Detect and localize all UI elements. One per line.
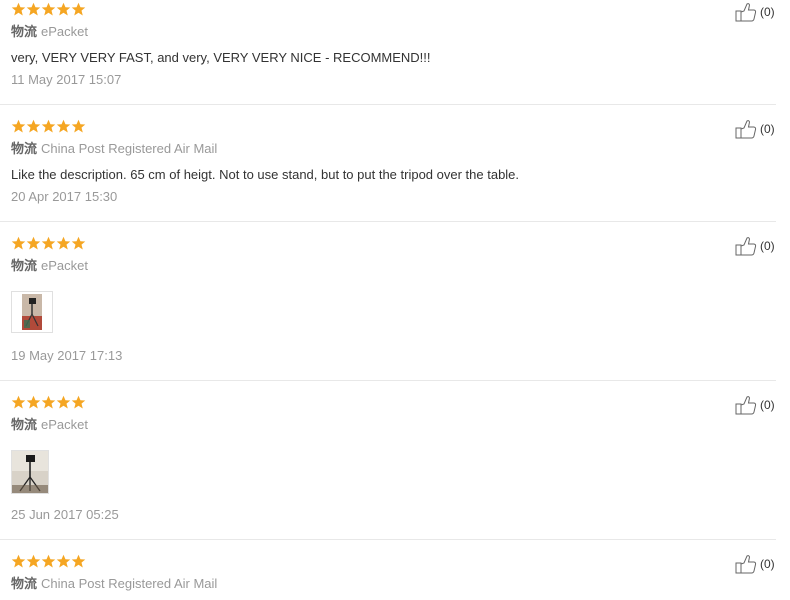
star-icon bbox=[11, 395, 26, 409]
review-photo-thumbnail[interactable] bbox=[11, 291, 53, 333]
star-icon bbox=[26, 119, 41, 133]
shipping-method: 物流 ePacket bbox=[11, 258, 88, 274]
divider bbox=[0, 380, 776, 381]
shipping-label: 物流 bbox=[11, 141, 38, 156]
review-text: Like the description. 65 cm of heigt. No… bbox=[11, 167, 520, 182]
thumbs-up-icon bbox=[735, 396, 757, 415]
shipping-label: 物流 bbox=[11, 576, 38, 591]
star-icon bbox=[71, 236, 86, 250]
star-rating bbox=[11, 119, 86, 135]
star-icon bbox=[11, 2, 26, 16]
shipping-method: 物流 China Post Registered Air Mail bbox=[11, 141, 217, 157]
helpful-count: (0) bbox=[760, 398, 775, 412]
star-icon bbox=[26, 554, 41, 568]
star-icon bbox=[41, 119, 56, 133]
review-date: 25 Jun 2017 05:25 bbox=[11, 507, 119, 522]
star-rating bbox=[11, 395, 86, 411]
star-rating bbox=[11, 554, 86, 570]
review-date: 20 Apr 2017 15:30 bbox=[11, 189, 118, 204]
star-icon bbox=[26, 236, 41, 250]
star-icon bbox=[56, 395, 71, 409]
shipping-label: 物流 bbox=[11, 258, 38, 273]
thumbs-up-icon bbox=[735, 555, 757, 574]
thumbs-up-icon bbox=[735, 120, 757, 139]
review-text: very, VERY VERY FAST, and very, VERY VER… bbox=[11, 50, 431, 65]
divider bbox=[0, 539, 776, 540]
review-date: 19 May 2017 17:13 bbox=[11, 348, 123, 363]
shipping-method: 物流 ePacket bbox=[11, 417, 88, 433]
shipping-value: ePacket bbox=[41, 258, 88, 273]
thumbs-up-icon bbox=[735, 3, 757, 22]
tripod-photo-image bbox=[12, 292, 52, 332]
helpful-button[interactable]: (0) bbox=[735, 119, 775, 139]
review-item: 物流 ePacket very, VERY VERY FAST, and very… bbox=[0, 0, 776, 104]
star-icon bbox=[11, 236, 26, 250]
star-icon bbox=[41, 236, 56, 250]
star-rating bbox=[11, 236, 86, 252]
divider bbox=[0, 221, 776, 222]
star-icon bbox=[41, 2, 56, 16]
star-icon bbox=[26, 2, 41, 16]
review-item: 物流 ePacket 19 May 2017 17:13 (0) bbox=[0, 234, 776, 380]
shipping-value: China Post Registered Air Mail bbox=[41, 576, 218, 591]
star-icon bbox=[71, 119, 86, 133]
helpful-button[interactable]: (0) bbox=[735, 236, 775, 256]
tripod-photo-image bbox=[12, 451, 48, 493]
review-photo-thumbnail[interactable] bbox=[11, 450, 49, 494]
helpful-count: (0) bbox=[760, 239, 775, 253]
star-rating bbox=[11, 2, 86, 18]
shipping-label: 物流 bbox=[11, 417, 38, 432]
star-icon bbox=[11, 554, 26, 568]
helpful-count: (0) bbox=[760, 122, 775, 136]
star-icon bbox=[71, 554, 86, 568]
helpful-button[interactable]: (0) bbox=[735, 2, 775, 22]
review-date: 11 May 2017 15:07 bbox=[11, 72, 122, 87]
star-icon bbox=[11, 119, 26, 133]
review-item: 物流 China Post Registered Air Mail (0) bbox=[0, 552, 776, 600]
review-item: 物流 ePacket 25 Jun 2017 05:25 (0) bbox=[0, 393, 776, 539]
star-icon bbox=[71, 395, 86, 409]
helpful-button[interactable]: (0) bbox=[735, 554, 775, 574]
helpful-count: (0) bbox=[760, 5, 775, 19]
star-icon bbox=[56, 236, 71, 250]
star-icon bbox=[56, 2, 71, 16]
star-icon bbox=[56, 554, 71, 568]
shipping-label: 物流 bbox=[11, 24, 38, 39]
thumbs-up-icon bbox=[735, 237, 757, 256]
divider bbox=[0, 104, 776, 105]
shipping-method: 物流 China Post Registered Air Mail bbox=[11, 576, 217, 592]
shipping-value: ePacket bbox=[41, 24, 88, 39]
shipping-value: China Post Registered Air Mail bbox=[41, 141, 218, 156]
review-item: 物流 China Post Registered Air Mail Like th… bbox=[0, 117, 776, 221]
helpful-button[interactable]: (0) bbox=[735, 395, 775, 415]
shipping-method: 物流 ePacket bbox=[11, 24, 88, 40]
star-icon bbox=[41, 395, 56, 409]
star-icon bbox=[56, 119, 71, 133]
shipping-value: ePacket bbox=[41, 417, 88, 432]
helpful-count: (0) bbox=[760, 557, 775, 571]
star-icon bbox=[41, 554, 56, 568]
star-icon bbox=[26, 395, 41, 409]
star-icon bbox=[71, 2, 86, 16]
